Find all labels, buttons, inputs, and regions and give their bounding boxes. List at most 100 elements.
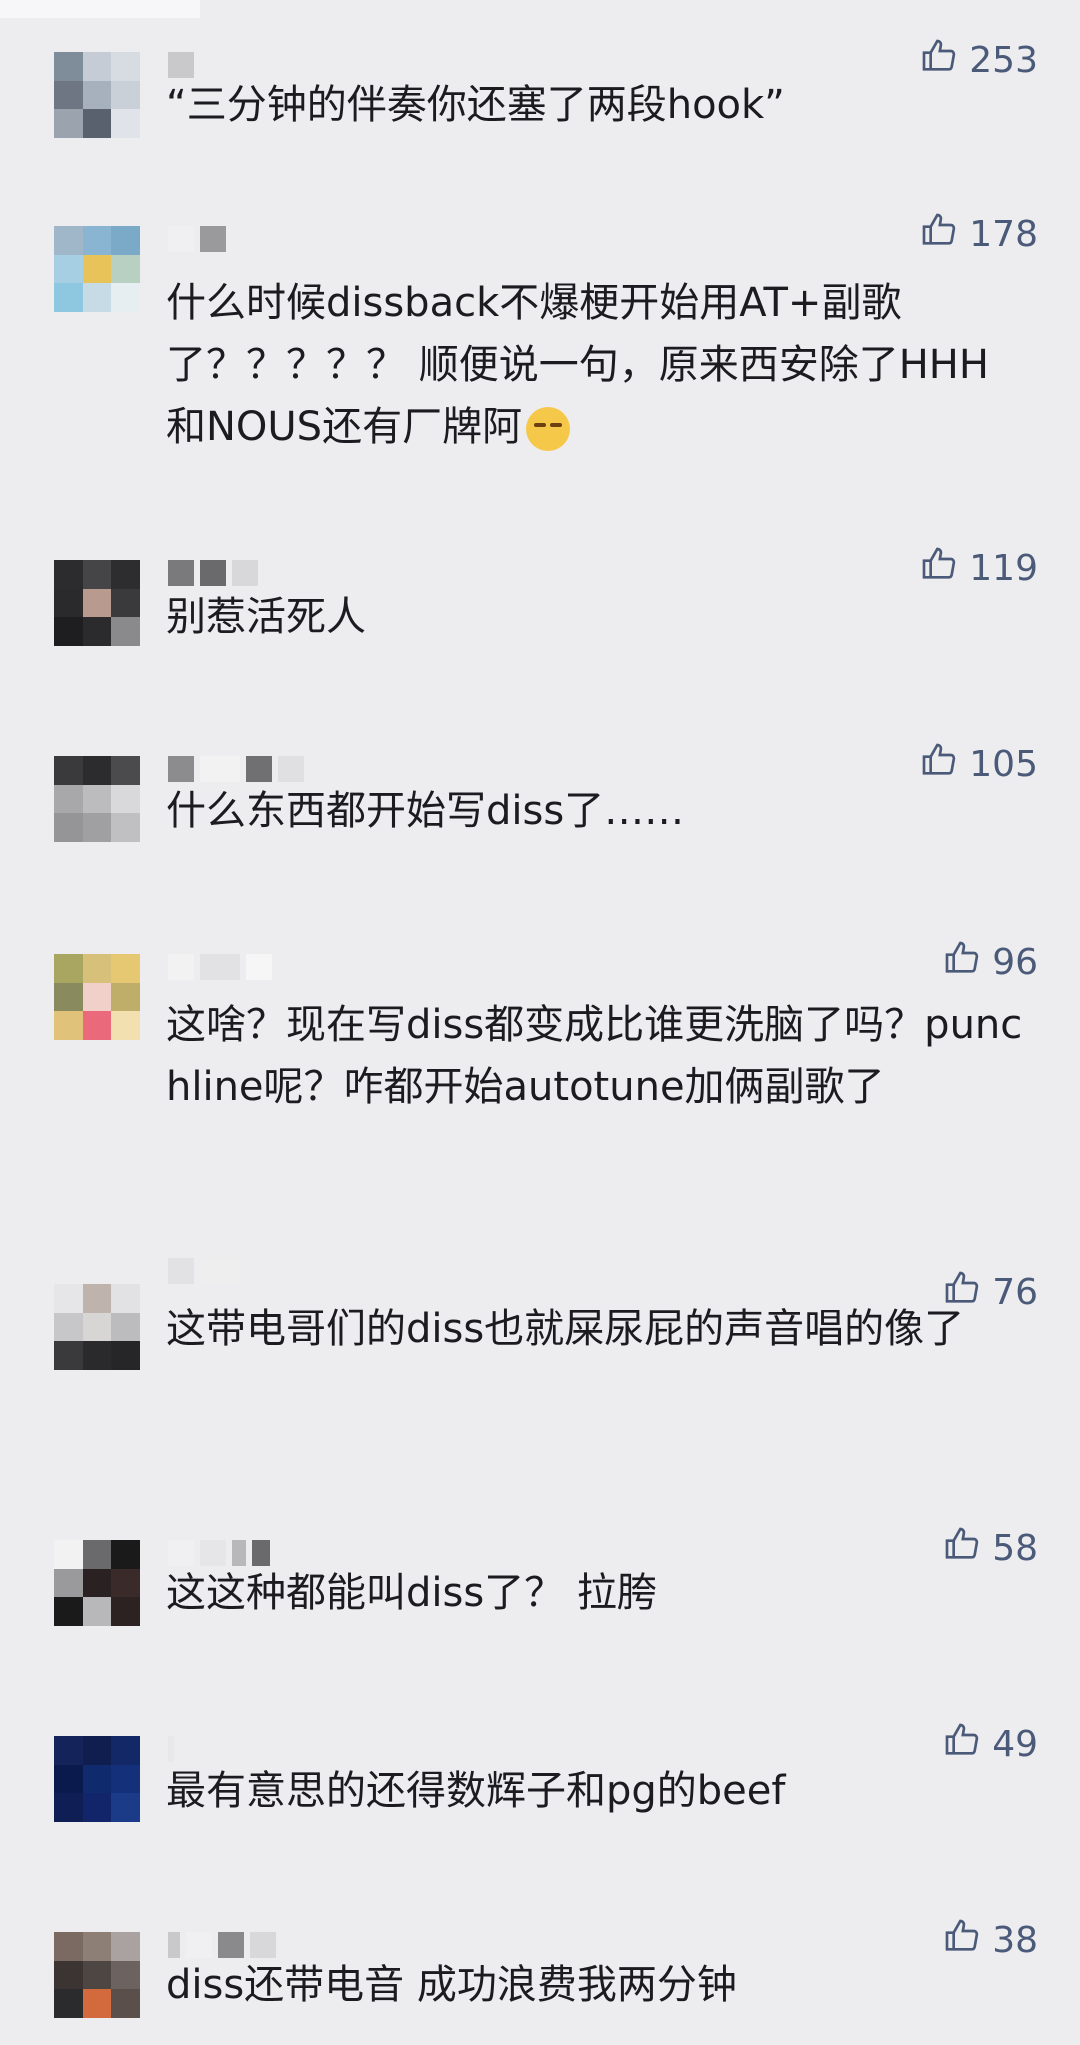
- avatar-pixel: [82, 1597, 112, 1626]
- avatar-pixel: [111, 756, 140, 785]
- avatar-pixel: [111, 1597, 140, 1626]
- avatar-pixel: [82, 283, 112, 312]
- avatar-pixel: [111, 1736, 140, 1765]
- smirk-emoji-icon: [526, 407, 571, 451]
- avatar-pixel: [111, 254, 140, 284]
- avatar-pixel: [82, 1540, 112, 1569]
- avatar-pixel: [54, 1989, 83, 2018]
- avatar-pixel: [54, 813, 83, 842]
- like-count: 96: [992, 942, 1038, 983]
- avatar-pixel: [82, 756, 112, 785]
- avatar-pixel: [54, 1284, 83, 1313]
- like-button[interactable]: 96: [942, 938, 1038, 987]
- avatar-pixel: [111, 1284, 140, 1313]
- avatar-pixel: [111, 617, 140, 646]
- avatar-pixel: [54, 80, 83, 110]
- avatar-pixel: [54, 1540, 83, 1569]
- avatar-pixel: [54, 1932, 83, 1961]
- avatar[interactable]: [54, 1284, 140, 1370]
- avatar[interactable]: [54, 560, 140, 646]
- avatar-pixel: [111, 560, 140, 589]
- comment-text: 什么时候dissback不爆梗开始用AT+副歌了？？？？？ 顺便说一句，原来西安…: [166, 272, 1006, 458]
- avatar-pixel: [82, 1312, 112, 1342]
- comment-text-body: 什么时候dissback不爆梗开始用AT+副歌了？？？？？ 顺便说一句，原来西安…: [166, 280, 989, 450]
- username-blurred[interactable]: [168, 226, 226, 252]
- thumbs-up-icon: [942, 938, 982, 987]
- comment-item: 178 什么时候dissback不爆梗开始用AT+副歌了？？？？？ 顺便说一句，…: [0, 213, 1080, 451]
- avatar-pixel: [111, 1011, 140, 1040]
- thumbs-up-icon: [919, 210, 959, 259]
- username-blurred[interactable]: [168, 1258, 240, 1284]
- avatar-pixel: [82, 226, 112, 255]
- avatar-pixel: [111, 52, 140, 81]
- avatar-pixel: [111, 1764, 140, 1794]
- avatar-pixel: [54, 784, 83, 814]
- comment-text: diss还带电音 成功浪费我两分钟: [166, 1962, 737, 2008]
- username-blurred[interactable]: [168, 1736, 174, 1762]
- avatar-pixel: [82, 617, 112, 646]
- comment-text: 这带电哥们的diss也就屎尿屁的声音唱的像了: [166, 1306, 965, 1352]
- avatar-pixel: [54, 254, 83, 284]
- avatar-pixel: [54, 756, 83, 785]
- like-button[interactable]: 178: [919, 210, 1038, 259]
- comment-text: 别惹活死人: [166, 594, 366, 640]
- avatar-pixel: [54, 1568, 83, 1598]
- comment-feed: 253 “三分钟的伴奏你还塞了两段hook” 178 什么时候dissback不…: [0, 0, 1080, 2045]
- avatar-pixel: [54, 588, 83, 618]
- avatar-pixel: [111, 1341, 140, 1370]
- comment-text: 什么东西都开始写diss了……: [166, 788, 685, 834]
- avatar[interactable]: [54, 1932, 140, 2018]
- avatar-pixel: [111, 283, 140, 312]
- avatar[interactable]: [54, 226, 140, 312]
- comment-item: 96 这啥？现在写diss都变成比谁更洗脑了吗？punchline呢？咋都开始a…: [0, 941, 1080, 1154]
- username-blurred[interactable]: [168, 954, 272, 980]
- avatar-pixel: [111, 1540, 140, 1569]
- username-blurred[interactable]: [168, 756, 304, 782]
- like-count: 119: [969, 548, 1038, 589]
- avatar-pixel: [111, 109, 140, 138]
- avatar-pixel: [111, 1960, 140, 1990]
- avatar-pixel: [111, 1932, 140, 1961]
- avatar-pixel: [82, 109, 112, 138]
- avatar-pixel: [111, 1312, 140, 1342]
- avatar-pixel: [111, 813, 140, 842]
- top-edge: [0, 0, 200, 18]
- avatar-pixel: [82, 1764, 112, 1794]
- avatar-pixel: [82, 1736, 112, 1765]
- avatar-pixel: [54, 954, 83, 983]
- avatar[interactable]: [54, 756, 140, 842]
- avatar-pixel: [54, 1736, 83, 1765]
- avatar-pixel: [82, 1960, 112, 1990]
- avatar-pixel: [54, 109, 83, 138]
- avatar[interactable]: [54, 52, 140, 138]
- like-count: 105: [969, 744, 1038, 785]
- avatar-pixel: [82, 1341, 112, 1370]
- avatar-pixel: [54, 1312, 83, 1342]
- avatar-pixel: [82, 560, 112, 589]
- avatar[interactable]: [54, 954, 140, 1040]
- comment-item: 253 “三分钟的伴奏你还塞了两段hook”: [0, 39, 1080, 152]
- avatar-pixel: [82, 254, 112, 284]
- avatar-pixel: [54, 1960, 83, 1990]
- avatar-pixel: [54, 52, 83, 81]
- avatar-pixel: [82, 784, 112, 814]
- avatar[interactable]: [54, 1540, 140, 1626]
- avatar-pixel: [82, 1568, 112, 1598]
- like-count: 178: [969, 214, 1038, 255]
- avatar-pixel: [54, 1764, 83, 1794]
- comment-item: 76 这带电哥们的diss也就屎尿屁的声音唱的像了: [0, 1258, 1080, 1424]
- comment-item: 119 别惹活死人: [0, 547, 1080, 660]
- username-blurred[interactable]: [168, 560, 258, 586]
- avatar-pixel: [82, 80, 112, 110]
- comment-item: 58 这这种都能叫diss了？ 拉胯: [0, 1527, 1080, 1640]
- avatar-pixel: [82, 1932, 112, 1961]
- comment-text: 最有意思的还得数辉子和pg的beef: [166, 1768, 786, 1814]
- comment-item: 49 最有意思的还得数辉子和pg的beef: [0, 1723, 1080, 1836]
- avatar-pixel: [111, 954, 140, 983]
- avatar-pixel: [82, 982, 112, 1012]
- avatar-pixel: [82, 588, 112, 618]
- comment-text: 这这种都能叫diss了？ 拉胯: [166, 1570, 657, 1616]
- comment-text: 这啥？现在写diss都变成比谁更洗脑了吗？punchline呢？咋都开始auto…: [166, 1002, 1023, 1110]
- comment-item: 38 diss还带电音 成功浪费我两分钟: [0, 1919, 1080, 2032]
- avatar[interactable]: [54, 1736, 140, 1822]
